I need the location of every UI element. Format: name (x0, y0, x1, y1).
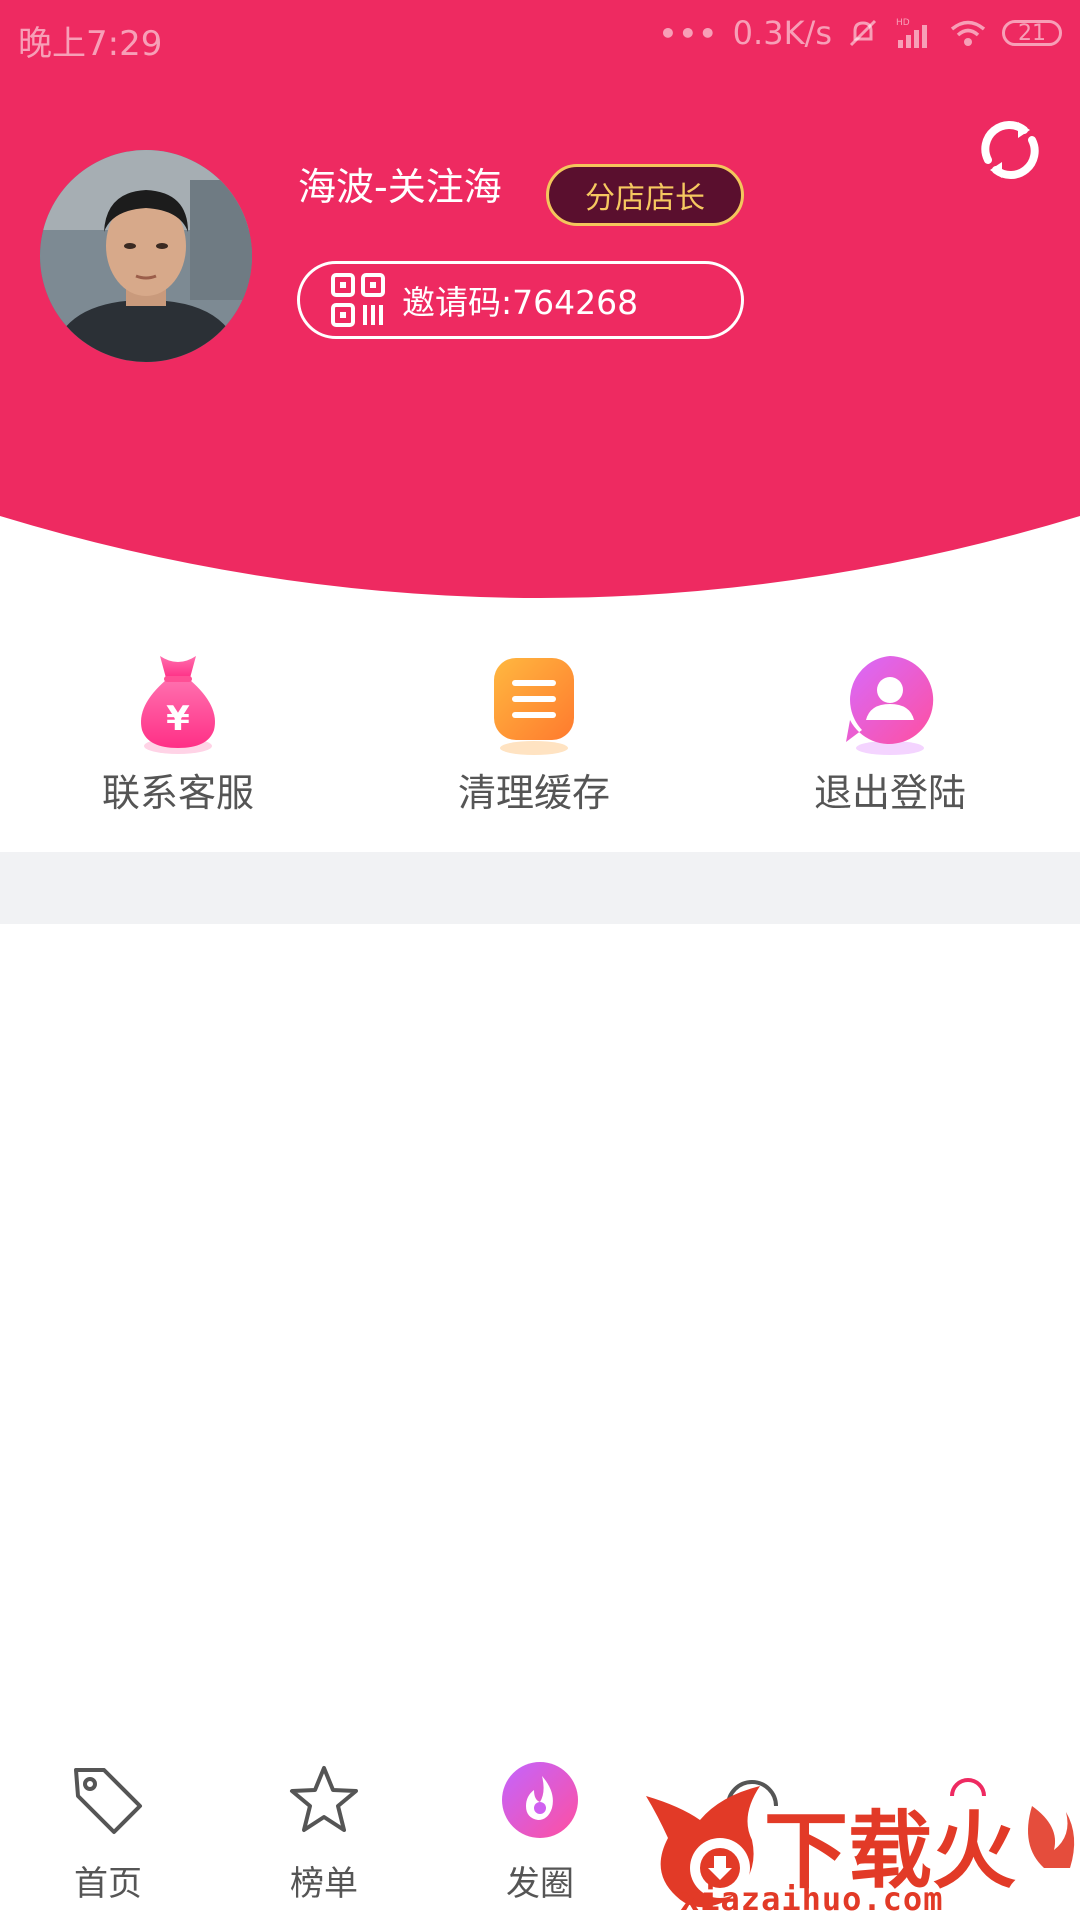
svg-text:HD: HD (896, 18, 910, 28)
network-speed: 0.3K/s (732, 14, 832, 52)
nav-label-home: 首页 (74, 1864, 142, 1904)
star-icon (290, 1766, 358, 1832)
wifi-icon (950, 20, 986, 46)
invite-code-button[interactable]: 邀请码:764268 (297, 261, 744, 339)
status-time: 晚上7:29 (18, 24, 163, 64)
profile-header: 晚上7:29 ••• 0.3K/s HD 21 海波-关注海 分店店长 邀请码:… (0, 0, 1080, 600)
avatar[interactable] (40, 150, 252, 362)
battery-indicator: 21 (1002, 20, 1062, 46)
invite-code-text: 邀请码:764268 (402, 283, 639, 322)
clear-cache-button[interactable]: 清理缓存 (404, 630, 664, 830)
user-icon (846, 656, 934, 755)
refresh-icon[interactable] (974, 114, 1046, 186)
mute-icon (849, 19, 877, 47)
section-divider (0, 852, 1080, 924)
nav-item-home[interactable]: 首页 (8, 1744, 208, 1920)
svg-text:¥: ¥ (166, 699, 190, 739)
nav-label-ranking: 榜单 (290, 1864, 358, 1904)
clear-cache-label: 清理缓存 (457, 771, 610, 815)
signal-icon: HD (896, 18, 927, 48)
qr-code-icon (331, 273, 385, 327)
status-indicators: ••• 0.3K/s HD 21 (659, 14, 1062, 52)
status-bar: 晚上7:29 ••• 0.3K/s HD 21 (0, 0, 1080, 76)
money-bag-icon: ¥ (141, 656, 215, 754)
logout-button[interactable]: 退出登陆 (760, 630, 1020, 830)
role-badge: 分店店长 (546, 164, 744, 226)
logout-label: 退出登陆 (813, 771, 966, 815)
contact-support-button[interactable]: ¥ 联系客服 (48, 630, 308, 830)
watermark-url: xiazaihuo.com (680, 1880, 944, 1918)
nav-item-ranking[interactable]: 榜单 (224, 1744, 424, 1920)
nav-label-moments: 发圈 (506, 1864, 574, 1904)
user-name: 海波-关注海 (298, 165, 502, 209)
tag-icon (74, 1768, 142, 1834)
quick-actions: ¥ 联系客服 清理缓存 退出登陆 (0, 630, 1080, 850)
flame-icon (502, 1762, 578, 1838)
list-icon (494, 658, 574, 755)
contact-support-label: 联系客服 (101, 771, 254, 815)
avatar-photo (40, 150, 252, 362)
nav-item-moments[interactable]: 发圈 (440, 1744, 640, 1920)
status-dots: ••• (658, 16, 719, 50)
